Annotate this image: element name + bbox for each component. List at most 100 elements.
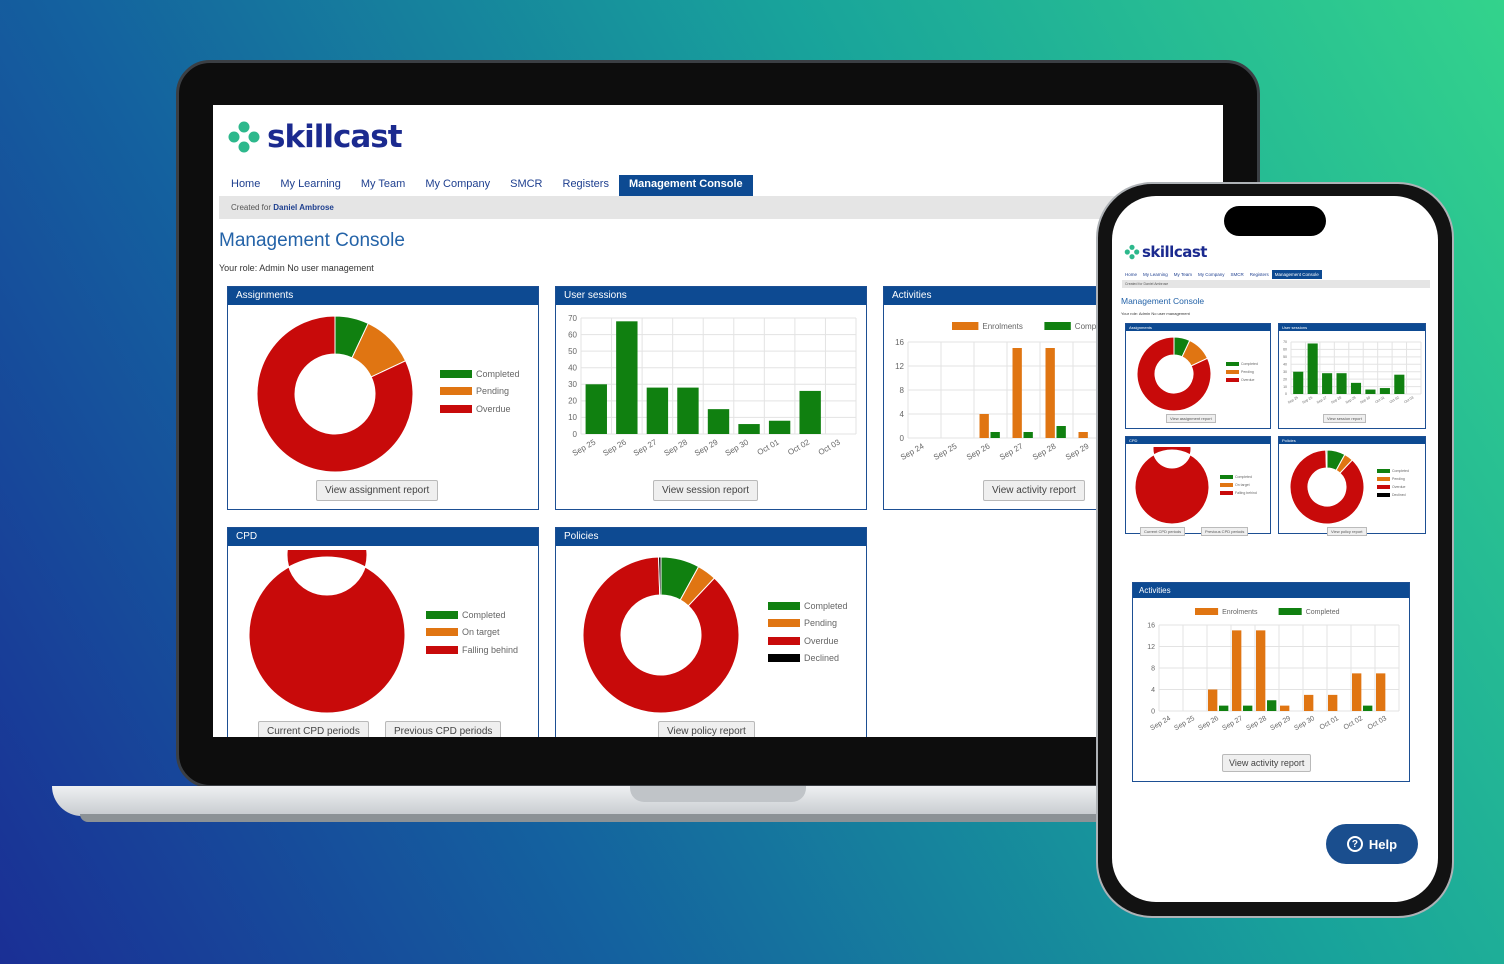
y-tick-label: 12 [1147,644,1155,651]
bar-enrolments-sep-26 [979,414,989,438]
phone-page-title: Management Console [1121,296,1205,306]
y-tick-label: 70 [1283,340,1287,344]
legend-swatch [1226,370,1239,374]
legend-label: Overdue [1392,485,1406,489]
view-assignment-report-button[interactable]: View assignment report [316,480,439,501]
phone-nav-management-console[interactable]: Management Console [1271,270,1322,279]
legend-label: Completed [1235,475,1252,479]
legend-item-overdue: Overdue [440,400,520,418]
legend-swatch [1226,362,1239,366]
y-tick-label: 30 [568,380,577,389]
phone-previous-cpd-periods-button[interactable]: Previous CPD periods [1201,527,1249,536]
phone-nav-my-team[interactable]: My Team [1171,270,1195,279]
nav-my-team[interactable]: My Team [351,175,415,196]
x-tick-label: Sep 26 [1302,396,1314,405]
policies-title: Policies [556,528,866,546]
bar-enrolments-oct-01 [1328,694,1338,711]
bar-user-sessions-sep-29 [1350,382,1362,394]
legend-swatch [1377,477,1390,481]
x-tick-label: Sep 27 [632,437,659,458]
bar-user-sessions-sep-27 [646,387,669,434]
phone-nav-registers[interactable]: Registers [1247,270,1272,279]
x-tick-label: Sep 28 [662,437,689,458]
nav-my-learning[interactable]: My Learning [270,175,351,196]
bar-enrolments-sep-29 [1078,432,1088,438]
phone-policies-legend: Completed Pending Overdue Declined [1377,467,1409,499]
bar-user-sessions-sep-25 [1293,371,1304,394]
bar-user-sessions-oct-02 [1394,374,1405,394]
bar-enrolments-sep-29 [1280,705,1290,711]
bar-completed-sep-28 [1056,426,1066,438]
phone-current-cpd-periods-button[interactable]: Current CPD periods [1140,527,1186,536]
bar-user-sessions-oct-01 [768,420,791,434]
phone-skillcast-logo[interactable]: skillcast [1124,243,1207,261]
view-activity-report-button[interactable]: View activity report [983,480,1085,501]
legend-label: Overdue [1241,378,1255,382]
assignments-panel: Assignments Completed Pending Overdue View… [227,286,539,510]
skillcast-logo[interactable]: skillcast [227,119,403,155]
y-tick-label: 30 [1283,370,1287,374]
bar-user-sessions-sep-28 [677,387,699,434]
phone-nav-home[interactable]: Home [1122,270,1140,279]
x-tick-label: Sep 26 [965,441,992,462]
view-session-report-button[interactable]: View session report [653,480,759,501]
current-cpd-periods-button[interactable]: Current CPD periods [258,721,369,737]
laptop-trackpad-notch [630,786,806,802]
phone-nav-my-learning[interactable]: My Learning [1140,270,1171,279]
legend-label: Overdue [804,635,839,646]
legend-item-pending: Pending [1377,475,1409,483]
nav-my-company[interactable]: My Company [415,175,500,196]
x-tick-label: Sep 26 [1197,715,1220,732]
main-nav: Home My Learning My Team My Company SMCR… [221,175,753,196]
x-tick-label: Sep 27 [1316,396,1328,405]
phone-view-session-report-button[interactable]: View session report [1323,414,1366,423]
previous-cpd-periods-button[interactable]: Previous CPD periods [385,721,502,737]
legend-label-enrolments: Enrolments [982,322,1022,331]
nav-smcr[interactable]: SMCR [500,175,552,196]
bar-completed-sep-26 [1219,705,1229,711]
legend-swatch [1377,493,1390,497]
y-tick-label: 60 [1283,348,1287,352]
legend-swatch-completed [1278,608,1302,615]
phone-screen: skillcast Home My Learning My Team My Co… [1112,196,1438,902]
bar-enrolments-sep-28 [1256,630,1266,711]
phone-view-activity-report-button[interactable]: View activity report [1222,754,1312,772]
y-tick-label: 16 [895,338,904,347]
slice-declined [1325,449,1328,469]
x-tick-label: Sep 29 [1345,396,1357,405]
view-policy-report-button[interactable]: View policy report [658,721,755,737]
legend-swatch [426,628,458,637]
x-tick-label: Sep 26 [601,437,628,458]
phone-view-assignment-report-button[interactable]: View assignment report [1166,414,1216,423]
cpd-legend: Completed On target Falling behind [426,606,518,659]
legend-label: Completed [1392,469,1409,473]
legend-label-completed: Completed [1306,609,1340,616]
phone-view-policy-report-button[interactable]: View policy report [1327,527,1367,536]
bar-user-sessions-sep-26 [1307,343,1318,394]
x-tick-label: Oct 03 [817,437,842,457]
legend-swatch [426,645,458,654]
y-tick-label: 8 [900,386,905,395]
x-tick-label: Sep 29 [1064,441,1091,462]
bar-user-sessions-sep-27 [1322,373,1333,394]
y-tick-label: 70 [568,314,577,323]
user-sessions-title: User sessions [556,287,866,305]
user-sessions-panel: User sessions 0 10 20 30 40 50 60 70 Sep 25 Sep 2… [555,286,867,510]
skillcast-logo-icon [228,121,260,153]
phone-assignments-legend: Completed Pending Overdue [1226,360,1258,384]
y-tick-label: 4 [900,410,905,419]
phone-nav-my-company[interactable]: My Company [1195,270,1228,279]
nav-home[interactable]: Home [221,175,270,196]
bar-user-sessions-sep-26 [616,321,638,434]
help-button[interactable]: ? Help [1326,824,1418,864]
legend-label: Declined [804,653,840,664]
x-tick-label: Sep 27 [1221,715,1244,732]
nav-registers[interactable]: Registers [553,175,619,196]
nav-management-console[interactable]: Management Console [618,175,753,196]
legend-label: Pending [476,386,510,397]
phone-nav-smcr[interactable]: SMCR [1227,270,1246,279]
legend-swatch [1377,485,1390,489]
legend-item-completed: Completed [426,606,518,624]
legend-swatch [1220,475,1233,479]
bar-user-sessions-oct-01 [1379,388,1390,394]
